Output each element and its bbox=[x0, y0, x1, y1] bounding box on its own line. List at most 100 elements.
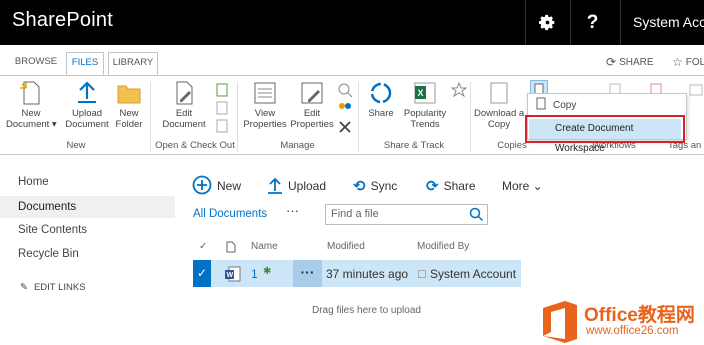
group-label-new: New bbox=[66, 140, 86, 151]
svg-text:W: W bbox=[227, 272, 234, 279]
edit-properties-icon bbox=[299, 80, 325, 106]
new-document-icon bbox=[18, 80, 44, 106]
nav-site-contents[interactable]: Site Contents bbox=[18, 224, 87, 236]
follow-star-icon[interactable] bbox=[450, 81, 468, 98]
share-top-button[interactable]: ⟳ SHARE bbox=[606, 55, 654, 69]
help-icon[interactable]: ? bbox=[570, 0, 614, 45]
user-menu[interactable]: System Acco bbox=[620, 0, 704, 45]
tab-browse[interactable]: BROWSE bbox=[10, 52, 62, 75]
more-button[interactable]: More ⌄ bbox=[502, 175, 543, 197]
tags-icon[interactable] bbox=[688, 82, 704, 98]
modified-by-cell[interactable]: System Account bbox=[418, 267, 516, 281]
new-document-button[interactable]: New Document ▾ bbox=[6, 80, 57, 130]
share-label: Share bbox=[368, 108, 394, 119]
nav-recycle-bin[interactable]: Recycle Bin bbox=[18, 248, 79, 260]
edit-document-label: Edit Document bbox=[162, 108, 206, 130]
modified-by-column-header[interactable]: Modified By bbox=[417, 241, 469, 252]
create-document-workspace-item[interactable]: Create Document Workspace bbox=[525, 115, 685, 154]
sharepoint-window: SharePoint ? System Acco BROWSE FILES LI… bbox=[0, 0, 704, 345]
upload-button[interactable]: Upload bbox=[267, 175, 326, 197]
copy-menu-item[interactable]: Copy bbox=[534, 97, 576, 114]
group-label-open-checkout: Open & Check Out bbox=[155, 140, 235, 151]
name-column-header[interactable]: Name bbox=[251, 241, 278, 252]
upload-arrow-icon bbox=[267, 176, 283, 197]
tab-library[interactable]: LIBRARY bbox=[108, 52, 158, 75]
follow-top-label: FOL bbox=[685, 56, 704, 68]
row-checkbox[interactable]: ✓ bbox=[193, 260, 211, 287]
new-label: New bbox=[217, 179, 242, 193]
select-all-checkbox[interactable]: ✓ bbox=[199, 241, 207, 252]
svg-text:X: X bbox=[418, 88, 424, 98]
watermark-url: www.office26.com bbox=[586, 325, 679, 337]
app-brand[interactable]: SharePoint bbox=[12, 9, 113, 32]
nav-documents[interactable]: Documents bbox=[0, 196, 175, 218]
new-folder-button[interactable]: New Folder bbox=[112, 80, 146, 130]
ribbon-tabs: BROWSE FILES LIBRARY bbox=[0, 45, 704, 75]
watermark-title: Office教程网 bbox=[584, 305, 695, 326]
discard-checkout-icon[interactable] bbox=[214, 118, 230, 134]
search-icon[interactable] bbox=[469, 207, 484, 222]
sync-button[interactable]: ⟲ Sync bbox=[353, 175, 397, 197]
follow-top-button[interactable]: ☆ FOL bbox=[672, 55, 704, 69]
upload-icon bbox=[74, 80, 100, 106]
shared-with-icon[interactable] bbox=[337, 100, 353, 116]
edit-links-button[interactable]: ✎ EDIT LINKS bbox=[20, 282, 86, 293]
share-list-label: Share bbox=[443, 179, 476, 193]
copy-icon bbox=[534, 97, 548, 114]
edit-properties-label: Edit Properties bbox=[290, 108, 334, 130]
edit-properties-button[interactable]: Edit Properties bbox=[289, 80, 335, 130]
tab-files[interactable]: FILES bbox=[66, 52, 104, 75]
view-more-ellipsis[interactable]: ··· bbox=[286, 203, 299, 218]
version-history-icon[interactable] bbox=[337, 82, 353, 98]
share-top-icon: ⟳ bbox=[606, 55, 617, 69]
pencil-icon: ✎ bbox=[20, 282, 28, 293]
share-icon bbox=[368, 80, 394, 106]
group-label-share-track: Share & Track bbox=[383, 140, 445, 151]
check-out-icon[interactable] bbox=[214, 82, 230, 98]
delete-icon[interactable] bbox=[337, 119, 353, 135]
new-badge-icon: ✱ bbox=[263, 266, 272, 277]
table-header: ✓ Name Modified Modified By bbox=[193, 241, 523, 257]
share-button[interactable]: Share bbox=[363, 80, 399, 120]
check-in-icon[interactable] bbox=[214, 100, 230, 116]
popularity-trends-button[interactable]: X Popularity Trends bbox=[400, 80, 450, 130]
group-label-manage: Manage bbox=[280, 140, 315, 151]
excel-icon: X bbox=[412, 80, 438, 106]
create-document-workspace-label: Create Document Workspace bbox=[529, 119, 681, 154]
sync-icon: ⟲ bbox=[353, 178, 366, 195]
view-selector[interactable]: All Documents bbox=[193, 208, 267, 220]
group-separator bbox=[237, 82, 238, 152]
document-name-link[interactable]: 1 bbox=[251, 267, 258, 281]
new-folder-label: New Folder bbox=[115, 108, 143, 130]
edit-document-icon bbox=[171, 80, 197, 106]
drag-upload-hint: Drag files here to upload bbox=[312, 305, 421, 316]
gear-icon[interactable] bbox=[525, 0, 569, 45]
modified-cell: 37 minutes ago bbox=[326, 267, 409, 281]
view-properties-label: View Properties bbox=[243, 108, 287, 130]
download-copy-button[interactable]: Download a Copy bbox=[474, 80, 524, 130]
suite-bar: SharePoint ? System Acco bbox=[0, 0, 704, 45]
download-copy-label: Download a Copy bbox=[474, 108, 525, 130]
modified-column-header[interactable]: Modified bbox=[327, 241, 365, 252]
upload-document-label: Upload Document bbox=[65, 108, 109, 130]
nav-home[interactable]: Home bbox=[18, 176, 49, 188]
share-list-icon: ⟳ bbox=[426, 178, 439, 195]
new-button[interactable]: New bbox=[192, 175, 241, 197]
upload-document-button[interactable]: Upload Document bbox=[62, 80, 112, 130]
group-separator bbox=[358, 82, 359, 152]
star-icon: ☆ bbox=[672, 55, 683, 69]
plus-circle-icon bbox=[192, 175, 212, 198]
share-list-button[interactable]: ⟳ Share bbox=[426, 175, 476, 197]
copy-label: Copy bbox=[553, 100, 577, 111]
folder-icon bbox=[116, 80, 142, 106]
office-logo-icon bbox=[543, 301, 577, 343]
group-separator bbox=[150, 82, 151, 152]
view-properties-button[interactable]: View Properties bbox=[241, 80, 289, 130]
table-row[interactable]: ✓ W 1 ✱ ··· 37 minutes ago System Accoun… bbox=[193, 260, 521, 287]
popularity-trends-label: Popularity Trends bbox=[403, 108, 447, 130]
search-input[interactable]: Find a file bbox=[325, 204, 488, 225]
upload-label: Upload bbox=[288, 179, 327, 193]
edit-document-button[interactable]: Edit Document bbox=[156, 80, 212, 130]
row-ellipsis-button[interactable]: ··· bbox=[293, 260, 322, 287]
sync-label: Sync bbox=[370, 179, 398, 193]
